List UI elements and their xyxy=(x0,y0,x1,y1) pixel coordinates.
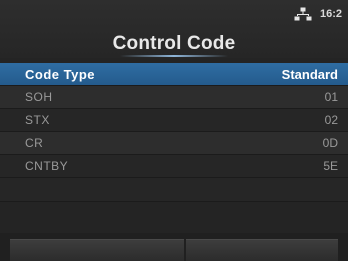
list-item-label: CNTBY xyxy=(25,159,69,173)
list-item-value: 02 xyxy=(324,113,338,127)
list-item-stx[interactable]: STX 02 xyxy=(0,109,348,132)
softkey-left-button[interactable] xyxy=(10,239,184,261)
list-item-label: CR xyxy=(25,136,44,150)
list-item-label: STX xyxy=(25,113,50,127)
empty-list-row xyxy=(0,178,348,202)
list-item-label: Code Type xyxy=(25,66,95,82)
list-item-cr[interactable]: CR 0D xyxy=(0,132,348,155)
softkey-right-button[interactable] xyxy=(186,239,338,261)
page-title: Control Code xyxy=(112,33,236,54)
clock-time: 16:2 xyxy=(319,8,342,20)
settings-list: Code Type Standard SOH 01 STX 02 CR 0D C… xyxy=(0,63,348,202)
title-underline xyxy=(120,55,228,57)
network-icon xyxy=(294,7,312,21)
list-item-cntby[interactable]: CNTBY 5E xyxy=(0,155,348,178)
list-item-value: Standard xyxy=(281,66,338,82)
list-item-value: 5E xyxy=(323,159,338,173)
printer-display: 16:2 Control Code Code Type Standard SOH… xyxy=(0,0,348,261)
list-item-value: 01 xyxy=(324,90,338,104)
header-bar: 16:2 Control Code xyxy=(0,0,348,58)
list-item-soh[interactable]: SOH 01 xyxy=(0,86,348,109)
list-item-label: SOH xyxy=(25,90,53,104)
status-area: 16:2 xyxy=(294,7,342,21)
list-item-code-type[interactable]: Code Type Standard xyxy=(0,63,348,86)
list-item-value: 0D xyxy=(322,136,338,150)
